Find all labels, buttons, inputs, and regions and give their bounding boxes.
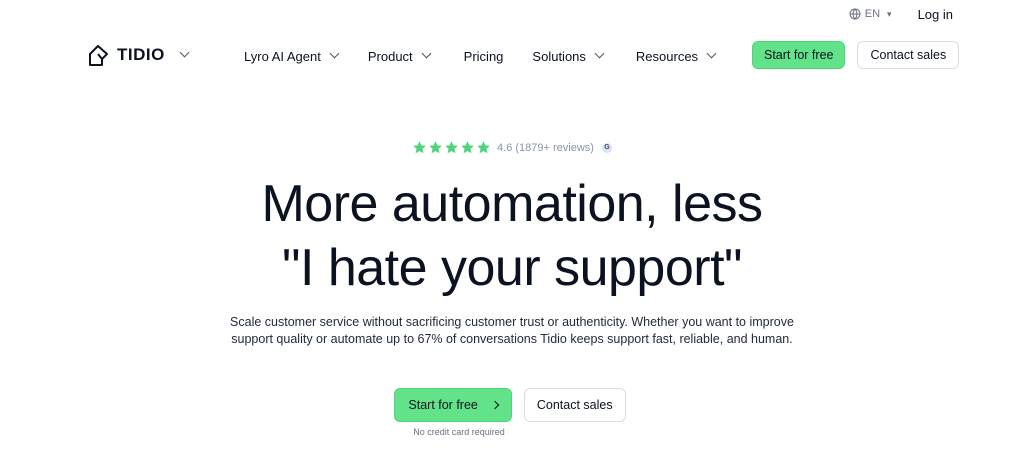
hero-start-free-label: Start for free [408, 398, 478, 412]
nav-item-resources[interactable]: Resources [635, 48, 717, 64]
nav-item-solutions[interactable]: Solutions [532, 48, 605, 64]
chevron-down-icon [421, 48, 432, 58]
nav-cta-group: Start for free Contact sales [752, 41, 960, 69]
nav-item-product[interactable]: Product [367, 48, 432, 64]
star-icon [413, 141, 426, 154]
chevron-down-icon [329, 48, 340, 58]
subcopy-line-2: support quality or automate up to 67% of… [231, 332, 793, 346]
chevron-down-icon [594, 48, 605, 58]
nav-item-label: Pricing [463, 48, 504, 64]
no-credit-card-note: No credit card required [413, 427, 505, 437]
tidio-logo-icon [89, 45, 108, 66]
chevron-right-icon [490, 400, 500, 410]
language-label: EN [864, 8, 881, 20]
rating-text: 4.6 (1879+ reviews) [497, 141, 594, 154]
star-icon [429, 141, 442, 154]
nav-item-pricing[interactable]: Pricing [464, 49, 504, 64]
nav-item-lyro-ai-agent[interactable]: Lyro AI Agent [244, 48, 340, 64]
caret-down-icon: ▾ [887, 8, 892, 19]
rating-summary: 4.6 (1879+ reviews) G [0, 140, 1024, 155]
star-icon [445, 141, 458, 154]
hero-headline: More automation, less "I hate your suppo… [0, 172, 1024, 300]
chevron-down-icon [179, 47, 190, 57]
nav-item-label: Resources [635, 48, 699, 64]
utility-bar: EN ▾ Log in [849, 0, 1024, 28]
subcopy-line-1: Scale customer service without sacrifici… [230, 315, 794, 329]
hero-cta-group: Start for free Contact sales [0, 388, 1024, 422]
main-nav: TIDIO Lyro AI Agent Product Pricing Solu… [0, 40, 1024, 72]
globe-icon [849, 8, 861, 20]
chevron-down-icon [706, 48, 717, 58]
review-source-icon: G [601, 142, 612, 153]
headline-line-2: "I hate your support" [281, 239, 743, 297]
nav-item-label: Lyro AI Agent [244, 48, 321, 64]
nav-item-label: Solutions [532, 48, 586, 64]
login-link[interactable]: Log in [918, 7, 953, 22]
brand-name: TIDIO [117, 45, 165, 64]
hero-subcopy: Scale customer service without sacrifici… [0, 314, 1024, 348]
nav-menu: Lyro AI Agent Product Pricing Solutions … [244, 40, 717, 72]
hero-start-free-button[interactable]: Start for free [394, 388, 512, 422]
star-icon [477, 141, 490, 154]
language-selector[interactable]: EN ▾ [849, 8, 892, 20]
star-icon [461, 141, 474, 154]
hero-contact-sales-button[interactable]: Contact sales [523, 388, 626, 422]
nav-start-free-button[interactable]: Start for free [752, 41, 846, 69]
nav-item-label: Product [367, 48, 413, 64]
nav-contact-sales-button[interactable]: Contact sales [857, 41, 960, 69]
star-rating [412, 140, 491, 155]
brand-logo[interactable]: TIDIO [87, 43, 190, 67]
headline-line-1: More automation, less [261, 175, 763, 233]
